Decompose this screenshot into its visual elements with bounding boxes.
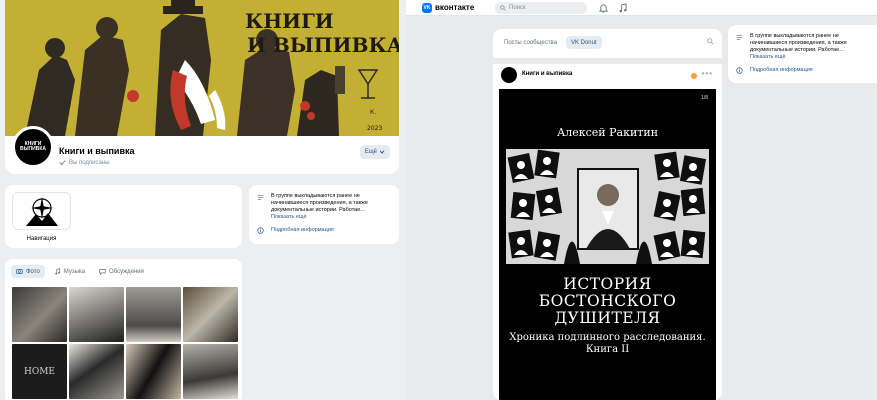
photo-grid: HOME (12, 287, 238, 400)
post-author-avatar[interactable] (501, 67, 517, 83)
text-lines-icon (736, 34, 743, 41)
donut-badge-icon (691, 73, 697, 79)
avatar-text: КНИГИ ВЫПИВКА (20, 141, 46, 152)
subscription-status-label: Вы подписаны (69, 159, 110, 166)
tab-photo[interactable]: Фото (11, 265, 45, 278)
search-icon (500, 5, 506, 11)
community-cover: КНИГИ И ВЫПИВКА К. 2023 (5, 0, 399, 136)
post-header: Книги и выпивка ••• (493, 64, 722, 88)
photo-thumbnail[interactable] (126, 344, 181, 399)
photo-home-text: HOME (23, 366, 55, 377)
description-line-1: В группе выкладываются ранее не (750, 33, 839, 39)
photo-thumbnail[interactable] (12, 287, 67, 342)
photo-thumbnail[interactable] (183, 287, 238, 342)
description-line-3: документальные истории. Работае... (750, 47, 844, 53)
info-icon (257, 227, 264, 234)
tab-vk-donut[interactable]: VK Donut (565, 36, 602, 49)
check-icon (59, 160, 66, 166)
wall-tabs: Посты сообщества VK Donut (499, 36, 602, 49)
top-bar: VK вконтакте Поиск (406, 0, 877, 16)
silhouette-collage (506, 149, 709, 264)
community-avatar[interactable]: КНИГИ ВЫПИВКА (12, 126, 54, 168)
community-page-right: VK вконтакте Поиск Посты сообщества VK D… (406, 0, 877, 400)
book-author: Алексей Ракитин (556, 126, 659, 139)
vk-logo[interactable]: VK (422, 3, 432, 13)
brand-name[interactable]: вконтакте (435, 3, 474, 12)
more-button-label: Ещё (364, 149, 377, 155)
community-name: Книги и выпивка (59, 146, 135, 156)
tab-photo-label: Фото (26, 268, 40, 275)
details-link[interactable]: Подробная информация (750, 67, 813, 74)
media-card: Фото Музыка Обсуждения HOME (5, 259, 242, 400)
wall-feed: Посты сообщества VK Donut Книги и выпивк… (493, 29, 722, 400)
music-icon (55, 268, 60, 275)
description-line-2: начинавшиеся произведения, а также (271, 200, 368, 206)
community-page-left: КНИГИ И ВЫПИВКА К. 2023 КНИГИ ВЫПИВКА Кн… (0, 0, 406, 400)
description-line-3: документальные истории. Работае... (271, 207, 365, 213)
navigation-card: Навигация (5, 185, 242, 248)
show-more-link[interactable]: Показать ещё (750, 54, 786, 61)
navigation-tile[interactable] (12, 192, 71, 230)
show-more-link[interactable]: Показать ещё (271, 214, 307, 221)
cover-illustration: КНИГИ И ВЫПИВКА К. 2023 (5, 0, 399, 136)
book-title-line-3: ДУШИТЕЛЯ (554, 309, 661, 327)
navigation-label: Навигация (26, 236, 57, 242)
book-title: ИСТОРИЯ БОСТОНСКОГО ДУШИТЕЛЯ (499, 276, 716, 327)
discussion-icon (99, 269, 106, 275)
photo-thumbnail[interactable] (126, 287, 181, 342)
more-button[interactable]: Ещё (359, 145, 390, 159)
book-title-line-1: ИСТОРИЯ (563, 275, 652, 293)
search-input[interactable]: Поиск (495, 2, 587, 14)
post-image-book-cover[interactable]: 1/8 Алексей Ракитин ИСТОРИЯ БОСТОНСКОГО … (499, 89, 716, 400)
tab-community-posts[interactable]: Посты сообщества (499, 36, 562, 49)
details-link[interactable]: Подробная информация (271, 227, 334, 234)
search-icon[interactable] (707, 38, 714, 45)
info-icon (736, 67, 743, 74)
bell-icon[interactable] (599, 3, 608, 13)
book-title-line-2: БОСТОНСКОГО (538, 292, 677, 310)
info-card: В группе выкладываются ранее не начинавш… (249, 185, 399, 244)
book-subtitle-line-1: Хроника подлинного расследования. (509, 332, 706, 343)
info-card-right: В группе выкладываются ранее не начинавш… (728, 25, 877, 83)
photo-thumbnail[interactable] (183, 344, 238, 399)
media-tabs: Фото Музыка Обсуждения (11, 265, 149, 278)
post-menu-icon[interactable]: ••• (702, 69, 713, 78)
subscription-status[interactable]: Вы подписаны (59, 159, 110, 166)
tab-music-label: Музыка (63, 268, 86, 275)
cover-title-line2: И ВЫПИВКА (247, 33, 399, 57)
cover-year: 2023 (367, 125, 382, 132)
photo-icon (16, 269, 23, 274)
photo-thumbnail[interactable]: HOME (12, 344, 67, 399)
cover-artist-sign: К. (370, 109, 376, 116)
search-placeholder: Поиск (509, 5, 526, 11)
cover-title-line1: КНИГИ (245, 9, 334, 33)
community-header: КНИГИ ВЫПИВКА Книги и выпивка Вы подписа… (5, 126, 399, 174)
photo-thumbnail[interactable] (69, 344, 124, 399)
book-subtitle-line-2: Книга II (585, 344, 630, 355)
chevron-down-icon (379, 150, 385, 154)
compass-mountain-icon (25, 197, 58, 226)
book-subtitle: Хроника подлинного расследования. Книга … (499, 332, 716, 356)
tab-discussions-label: Обсуждения (109, 268, 144, 275)
tab-discussions[interactable]: Обсуждения (94, 265, 149, 278)
photo-thumbnail[interactable] (69, 287, 124, 342)
screenshot-root: КНИГИ И ВЫПИВКА К. 2023 КНИГИ ВЫПИВКА Кн… (0, 0, 877, 400)
description-line-2: начинавшиеся произведения, а также (750, 40, 847, 46)
description-line-1: В группе выкладываются ранее не (271, 193, 360, 199)
text-lines-icon (257, 194, 264, 201)
image-counter: 1/8 (701, 95, 708, 101)
post-author-name[interactable]: Книги и выпивка (522, 71, 572, 77)
music-icon[interactable] (618, 3, 627, 13)
tab-music[interactable]: Музыка (49, 265, 90, 278)
